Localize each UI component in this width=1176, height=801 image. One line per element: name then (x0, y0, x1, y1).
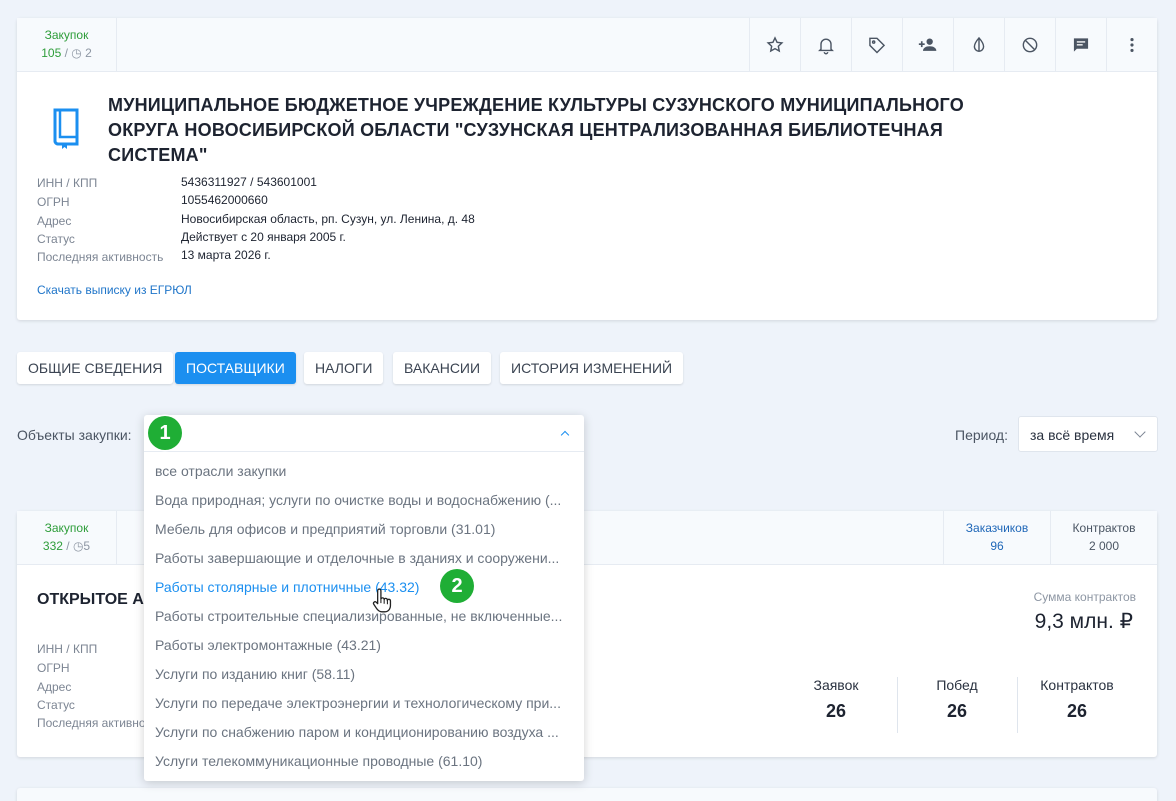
dropdown-option[interactable]: Вода природная; услуги по очистке воды и… (155, 492, 573, 508)
detail-value: 13 марта 2026 г. (181, 248, 271, 262)
book-icon (53, 108, 79, 149)
supplier-purchases-label: Закупок (44, 521, 89, 535)
step-marker-1: 1 (148, 416, 182, 450)
contracts-count-value: 26 (1066, 701, 1088, 721)
more-icon (1130, 37, 1134, 52)
period-select[interactable]: за всё время (1018, 416, 1158, 452)
applications-value: 26 (825, 701, 847, 721)
detail-value: 1055462000660 (181, 193, 268, 207)
chevron-up-icon[interactable] (560, 430, 570, 440)
dropdown-option[interactable]: Работы завершающие и отделочные в здания… (155, 550, 573, 566)
egrul-download-link[interactable]: Скачать выписку из ЕГРЮЛ (37, 283, 192, 297)
applications-count: Заявок 26 (776, 677, 896, 722)
objects-filter-label: Объекты закупки: (17, 427, 132, 443)
detail-label: Адрес (37, 214, 72, 228)
detail-value: Новосибирская область, рп. Сузун, ул. Ле… (181, 212, 475, 226)
organization-card: Закупок 105 / ◷ 2 (17, 18, 1157, 320)
objects-select-input[interactable] (144, 415, 584, 452)
notify-button[interactable] (800, 18, 851, 71)
dropdown-option[interactable]: Работы электромонтажные (43.21) (155, 637, 573, 653)
contracts-count: Контрактов 26 (1017, 677, 1137, 722)
period-value: за всё время (1030, 427, 1115, 443)
tab-suppliers[interactable]: ПОСТАВЩИКИ (175, 352, 296, 384)
contracts-value: 2 000 (1088, 539, 1120, 553)
tag-button[interactable] (851, 18, 902, 71)
more-button[interactable] (1106, 18, 1157, 71)
detail-label: Последняя активность (37, 250, 164, 264)
wins-label: Побед (936, 677, 978, 693)
tag-icon (869, 37, 886, 54)
contrast-button[interactable] (953, 18, 1004, 71)
contracts-count-label: Контрактов (1040, 677, 1114, 693)
tab-history[interactable]: ИСТОРИЯ ИЗМЕНЕНИЙ (500, 352, 684, 384)
detail-value: 5436311927 / 543601001 (181, 175, 317, 189)
supplier-title: ОТКРЫТОЕ АК (37, 591, 154, 608)
organization-name: МУНИЦИПАЛЬНОЕ БЮДЖЕТНОЕ УЧРЕЖДЕНИЕ КУЛЬТ… (108, 95, 964, 165)
tab-vacancies[interactable]: ВАКАНСИИ (393, 352, 492, 384)
next-card (17, 788, 1157, 801)
tab-taxes[interactable]: НАЛОГИ (304, 352, 384, 384)
customers-stat[interactable]: Заказчиков 96 (943, 511, 1051, 565)
objects-select-dropdown[interactable]: все отрасли закупки Вода природная; услу… (144, 415, 584, 781)
hand-cursor-icon (372, 588, 392, 613)
comment-button[interactable] (1055, 18, 1106, 71)
contrast-icon (973, 36, 985, 52)
dropdown-option[interactable]: Услуги по передаче электроэнергии и техн… (155, 695, 573, 711)
purchases-value: 105 / ◷ 2 (41, 46, 92, 60)
org-details: ИНН / КПП 5436311927 / 543601001 ОГРН 10… (37, 175, 737, 266)
dropdown-option-selected[interactable]: Работы столярные и плотничные (43.32) (155, 579, 573, 595)
detail-label: ОГРН (37, 195, 70, 209)
tab-general[interactable]: ОБЩИЕ СВЕДЕНИЯ (17, 352, 174, 384)
wins-count: Побед 26 (897, 677, 1017, 722)
dropdown-option[interactable]: Услуги по изданию книг (58.11) (155, 666, 573, 682)
add-person-icon (918, 38, 937, 51)
add-person-button[interactable] (902, 18, 953, 71)
detail-label: Последняя активно (37, 716, 145, 730)
bell-icon (818, 38, 834, 54)
contracts-stat[interactable]: Контрактов 2 000 (1051, 511, 1157, 565)
clock-icon: ◷ (71, 46, 82, 60)
period-filter-label: Период: (955, 427, 1008, 443)
detail-label: ИНН / КПП (37, 176, 98, 190)
dropdown-option[interactable]: Мебель для офисов и предприятий торговли… (155, 521, 573, 537)
toolbar (749, 18, 1157, 71)
dropdown-option[interactable]: Услуги телекоммуникационные проводные (6… (155, 753, 573, 769)
contracts-sum-label: Сумма контрактов (1033, 590, 1136, 604)
step-marker-2: 2 (440, 569, 474, 603)
wins-value: 26 (946, 701, 968, 721)
applications-label: Заявок (813, 677, 859, 693)
purchases-stat[interactable]: Закупок 105 / ◷ 2 (17, 18, 117, 72)
contracts-sum-value: 9,3 млн. ₽ (1034, 610, 1133, 633)
dropdown-option[interactable]: все отрасли закупки (155, 463, 573, 479)
star-button[interactable] (749, 18, 800, 71)
supplier-purchases-stat[interactable]: Закупок 332 / ◷5 (17, 511, 117, 565)
detail-value: Действует с 20 января 2005 г. (181, 230, 346, 244)
chevron-down-icon (1134, 426, 1146, 438)
contracts-label: Контрактов (1072, 521, 1136, 535)
supplier-purchases-value: 332 / ◷5 (42, 539, 91, 553)
supplier-details: ИНН / КПП ОГРН Адрес Статус Последняя ак… (37, 642, 147, 732)
customers-value: 96 (990, 539, 1004, 553)
comment-icon (1073, 37, 1089, 52)
block-icon (1022, 37, 1038, 52)
star-icon (766, 35, 784, 52)
block-button[interactable] (1004, 18, 1055, 71)
dropdown-option[interactable]: Работы строительные специализированные, … (155, 608, 573, 624)
customers-label: Заказчиков (965, 521, 1029, 535)
dropdown-option[interactable]: Услуги по снабжению паром и кондициониро… (155, 724, 573, 740)
detail-label: Статус (37, 232, 75, 246)
purchases-label: Закупок (44, 28, 89, 42)
clock-icon: ◷ (72, 539, 84, 553)
card-header: Закупок 105 / ◷ 2 (17, 18, 1157, 72)
